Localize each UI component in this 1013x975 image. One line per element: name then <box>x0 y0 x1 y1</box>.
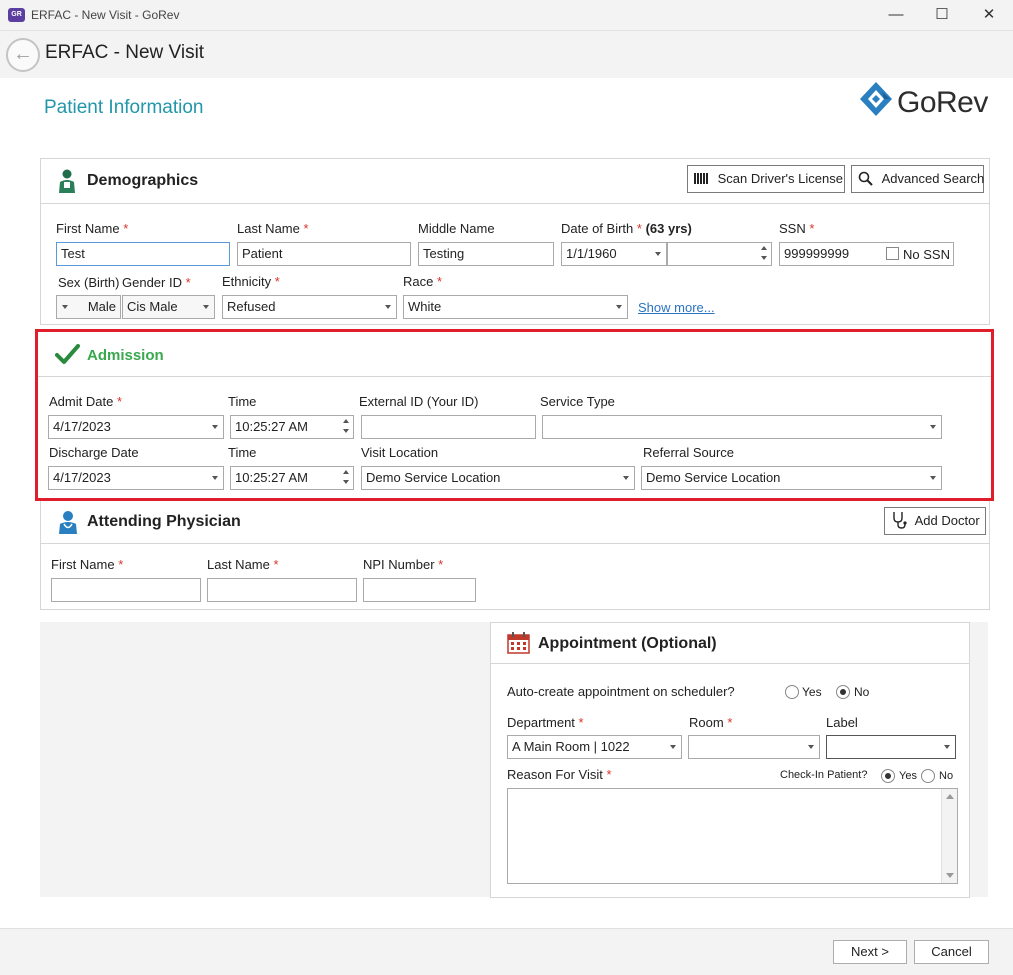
chevron-down-icon <box>203 305 209 309</box>
stethoscope-icon <box>893 512 907 529</box>
last-name-input[interactable]: Patient <box>237 242 411 266</box>
highlight-box <box>35 329 994 501</box>
physician-last-name-label: Last Name * <box>207 557 279 572</box>
barcode-icon <box>694 173 708 184</box>
chevron-down-icon <box>655 252 661 256</box>
checkin-label: Check-In Patient? <box>780 769 868 781</box>
first-name-input[interactable]: Test <box>56 242 230 266</box>
room-label: Room * <box>689 715 733 730</box>
first-name-label: First Name * <box>56 221 129 236</box>
logo-text: GoRev <box>897 86 988 119</box>
auto-create-yes-label: Yes <box>802 685 822 699</box>
window-title: ERFAC - New Visit - GoRev <box>31 8 180 22</box>
calendar-icon <box>507 632 530 654</box>
middle-name-input[interactable]: Testing <box>418 242 554 266</box>
checkin-no-label: No <box>939 770 954 782</box>
show-more-link[interactable]: Show more... <box>638 300 715 315</box>
physician-title: Attending Physician <box>87 513 241 530</box>
close-button[interactable]: ✕ <box>974 4 1004 26</box>
section-heading: Patient Information <box>44 97 204 118</box>
gender-select[interactable]: Cis Male <box>122 295 215 319</box>
auto-create-yes-radio[interactable] <box>785 685 799 699</box>
chevron-down-icon <box>944 745 950 749</box>
advanced-search-button[interactable]: Advanced Search <box>851 165 984 193</box>
checkin-yes-label: Yes <box>899 770 917 782</box>
last-name-label: Last Name * <box>237 221 309 236</box>
physician-first-name-label: First Name * <box>51 557 124 572</box>
race-select[interactable]: White <box>403 295 628 319</box>
chevron-down-icon <box>62 305 68 309</box>
npi-input[interactable] <box>363 578 476 602</box>
app-icon: GR <box>8 8 25 22</box>
physician-first-name-input[interactable] <box>51 578 201 602</box>
auto-create-no-label: No <box>854 685 870 699</box>
race-label: Race * <box>403 274 443 289</box>
appointment-title: Appointment (Optional) <box>538 635 717 652</box>
spinner-icon <box>760 245 769 263</box>
room-select[interactable] <box>688 735 820 759</box>
add-doctor-button[interactable]: Add Doctor <box>884 507 986 535</box>
department-label: Department * <box>507 715 584 730</box>
middle-name-label: Middle Name <box>418 221 495 236</box>
no-ssn-label: No SSN <box>903 247 950 262</box>
demographics-title: Demographics <box>87 172 199 189</box>
textarea-scrollbar[interactable] <box>941 789 957 883</box>
scan-license-button[interactable]: Scan Driver's License <box>687 165 845 193</box>
dob-age-stepper[interactable] <box>667 242 772 266</box>
back-button[interactable]: ← <box>6 38 40 72</box>
doctor-icon <box>59 511 77 534</box>
scroll-down-icon[interactable] <box>946 873 954 878</box>
dob-date-picker[interactable]: 1/1/1960 <box>561 242 667 266</box>
page-title: ERFAC - New Visit <box>45 42 205 63</box>
panel-divider <box>41 543 989 544</box>
person-icon <box>59 169 75 193</box>
chevron-down-icon <box>808 745 814 749</box>
scroll-up-icon[interactable] <box>946 794 954 799</box>
panel-divider <box>41 203 989 204</box>
department-select[interactable]: A Main Room | 1022 <box>507 735 682 759</box>
search-icon <box>858 171 873 186</box>
npi-label: NPI Number * <box>363 557 444 572</box>
checkin-yes-radio[interactable] <box>881 769 895 783</box>
minimize-button[interactable]: — <box>881 4 911 26</box>
cancel-button[interactable]: Cancel <box>914 940 989 964</box>
ethnicity-select[interactable]: Refused <box>222 295 397 319</box>
maximize-button[interactable]: ☐ <box>927 4 957 26</box>
label-select[interactable] <box>826 735 956 759</box>
auto-create-no-radio[interactable] <box>836 685 850 699</box>
ssn-label: SSN * <box>779 221 815 236</box>
reason-textarea[interactable] <box>507 788 958 884</box>
gender-label: Gender ID * <box>122 275 191 290</box>
sex-select[interactable]: Male <box>56 295 121 319</box>
chevron-down-icon <box>616 305 622 309</box>
physician-last-name-input[interactable] <box>207 578 357 602</box>
next-button[interactable]: Next > <box>833 940 907 964</box>
ethnicity-label: Ethnicity * <box>222 274 280 289</box>
label-label: Label <box>826 715 858 730</box>
reason-label: Reason For Visit * <box>507 767 612 782</box>
sex-label: Sex (Birth) <box>58 275 120 290</box>
checkin-no-radio[interactable] <box>921 769 935 783</box>
chevron-down-icon <box>385 305 391 309</box>
auto-create-label: Auto-create appointment on scheduler? <box>507 684 735 699</box>
no-ssn-checkbox[interactable] <box>886 247 899 260</box>
chevron-down-icon <box>670 745 676 749</box>
dob-label: Date of Birth * (63 yrs) <box>561 221 692 236</box>
panel-divider <box>491 663 969 664</box>
back-arrow-icon: ← <box>13 43 33 65</box>
